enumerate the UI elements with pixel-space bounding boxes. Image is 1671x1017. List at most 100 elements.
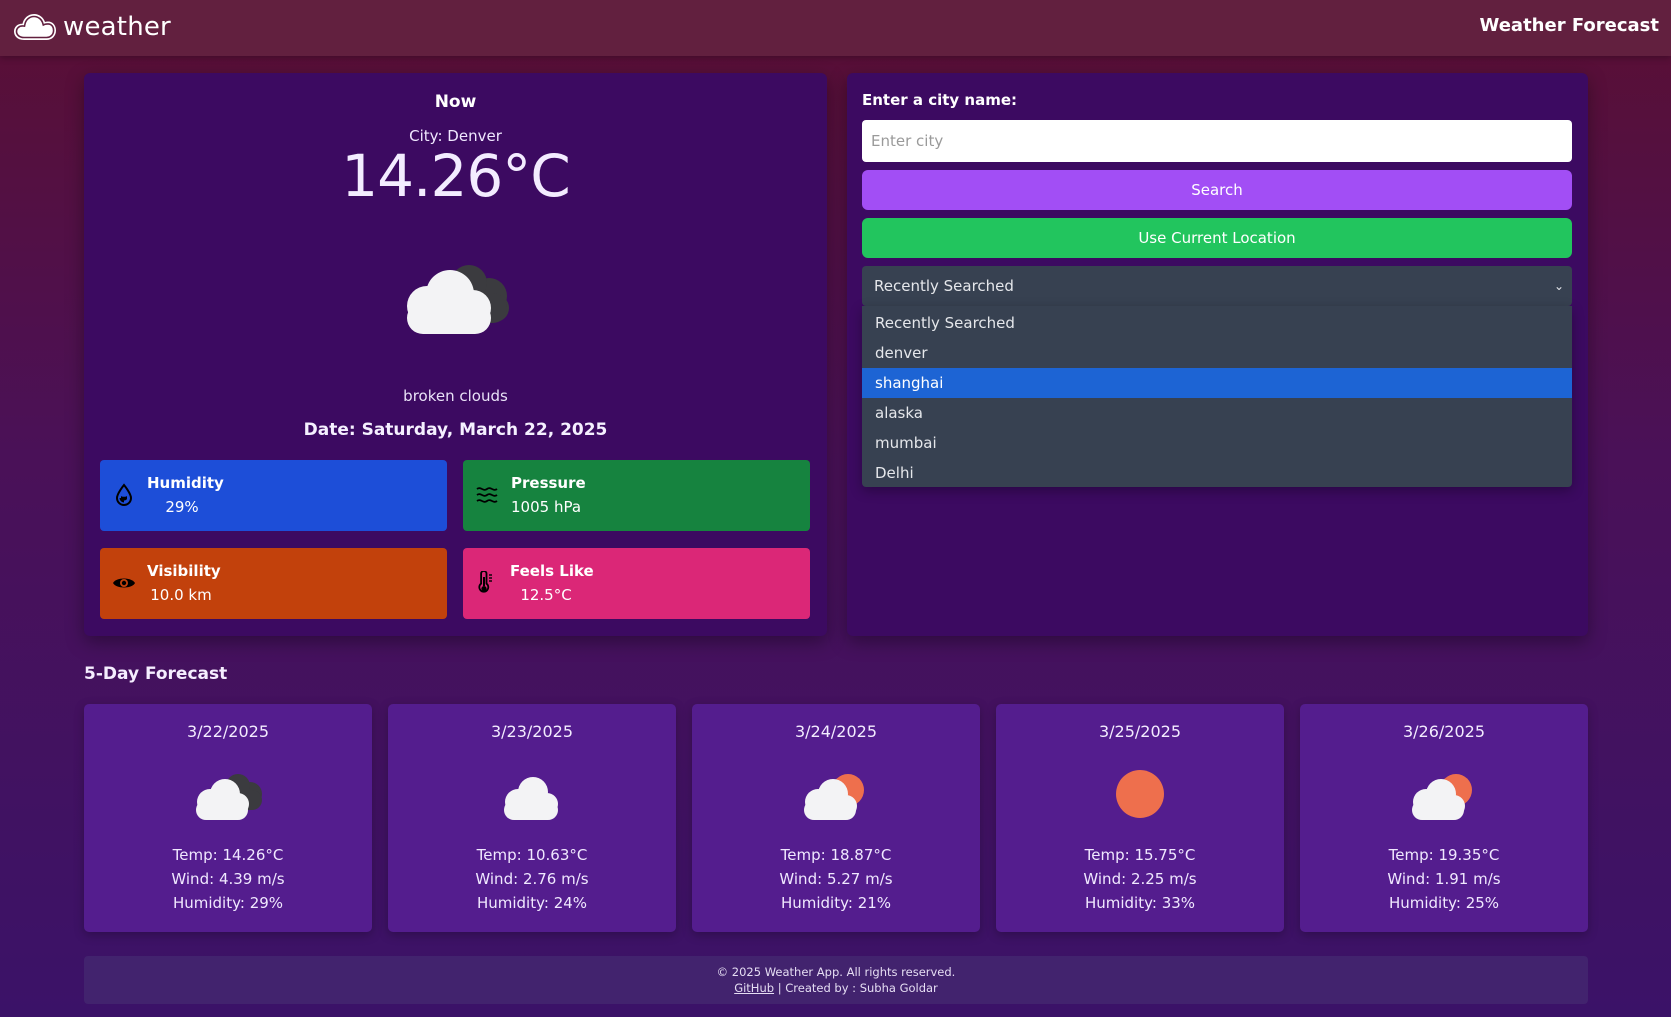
- header-title[interactable]: Weather Forecast: [1480, 15, 1660, 36]
- github-link[interactable]: GitHub: [734, 981, 774, 995]
- dropdown-option[interactable]: shanghai: [862, 368, 1572, 398]
- copyright-text: © 2025 Weather App. All rights reserved.: [716, 965, 956, 979]
- temp-label: Temp:: [476, 846, 522, 864]
- current-heading: Now: [434, 92, 477, 112]
- wind-label: Wind:: [475, 870, 519, 888]
- feels-like-label: Feels Like: [510, 562, 594, 580]
- partly-cloudy-icon: [1412, 774, 1472, 820]
- weather-description: broken clouds: [403, 387, 508, 405]
- humidity-value: 25%: [1465, 894, 1500, 912]
- broken-clouds-icon: [407, 265, 509, 334]
- forecast-wind: Wind: 5.27 m/s: [692, 870, 980, 888]
- wind-label: Wind:: [1387, 870, 1431, 888]
- visibility-card: Visibility 10.0 km: [100, 548, 447, 619]
- cloud-icon: [504, 777, 558, 820]
- footer: © 2025 Weather App. All rights reserved.…: [84, 956, 1588, 1004]
- dropdown-option[interactable]: Delhi: [862, 458, 1572, 488]
- temp-label: Temp:: [1388, 846, 1434, 864]
- forecast-humidity: Humidity: 29%: [84, 894, 372, 912]
- visibility-label: Visibility: [147, 562, 221, 580]
- current-date: Date: Saturday, March 22, 2025: [84, 420, 827, 440]
- search-button[interactable]: Search: [862, 170, 1572, 210]
- forecast-date: 3/26/2025: [1402, 722, 1486, 741]
- wind-label: Wind:: [171, 870, 215, 888]
- forecast-card: 3/26/2025 Temp: 19.35°C Wind: 1.91 m/s H…: [1300, 704, 1588, 932]
- footer-credits: GitHub | Created by : Subha Goldar: [84, 981, 1588, 995]
- waves-icon: [476, 487, 498, 503]
- forecast-wind: Wind: 1.91 m/s: [1300, 870, 1588, 888]
- footer-separator: |: [777, 981, 782, 995]
- partly-cloudy-icon: [804, 774, 864, 820]
- dropdown-option[interactable]: denver: [862, 338, 1572, 368]
- humidity-label: Humidity:: [476, 894, 549, 912]
- forecast-date: 3/24/2025: [794, 722, 878, 741]
- wind-value: 1.91 m/s: [1434, 870, 1501, 888]
- temp-value: 18.87°C: [830, 846, 892, 864]
- broken-clouds-icon: [196, 774, 262, 820]
- dropdown-option[interactable]: mumbai: [862, 428, 1572, 458]
- forecast-humidity: Humidity: 24%: [388, 894, 676, 912]
- forecast-title: 5-Day Forecast: [84, 664, 228, 684]
- humidity-value: 33%: [1161, 894, 1196, 912]
- dropdown-option[interactable]: Recently Searched: [862, 308, 1572, 338]
- humidity-value: 29%: [249, 894, 284, 912]
- feels-like-value: 12.5°C: [520, 586, 572, 604]
- forecast-wind: Wind: 4.39 m/s: [84, 870, 372, 888]
- forecast-card: 3/25/2025 Temp: 15.75°C Wind: 2.25 m/s H…: [996, 704, 1284, 932]
- humidity-value: 29%: [165, 498, 199, 516]
- forecast-date: 3/25/2025: [1098, 722, 1182, 741]
- humidity-label: Humidity:: [1084, 894, 1157, 912]
- pressure-value: 1005 hPa: [511, 498, 582, 516]
- humidity-value: 24%: [553, 894, 588, 912]
- recently-searched-select[interactable]: Recently Searched ⌄: [862, 266, 1572, 306]
- temp-value: 15.75°C: [1134, 846, 1196, 864]
- recently-searched-dropdown: Recently Searched denver shanghai alaska…: [862, 306, 1572, 487]
- wind-value: 4.39 m/s: [218, 870, 285, 888]
- wind-value: 2.76 m/s: [522, 870, 589, 888]
- temp-value: 10.63°C: [526, 846, 588, 864]
- date-label: Date:: [303, 420, 356, 440]
- wind-label: Wind:: [779, 870, 823, 888]
- forecast-wind: Wind: 2.76 m/s: [388, 870, 676, 888]
- pressure-label: Pressure: [511, 474, 586, 492]
- chevron-down-icon: ⌄: [1553, 279, 1564, 293]
- temp-value: 14.26°C: [222, 846, 284, 864]
- forecast-temp: Temp: 14.26°C: [84, 846, 372, 864]
- forecast-date: 3/22/2025: [186, 722, 270, 741]
- humidity-value: 21%: [857, 894, 892, 912]
- feels-like-card: Feels Like 12.5°C: [463, 548, 810, 619]
- date-value: Saturday, March 22, 2025: [361, 420, 608, 440]
- brand-name: weather: [63, 12, 171, 42]
- humidity-card: Humidity 29%: [100, 460, 447, 531]
- select-value: Recently Searched: [874, 277, 1014, 295]
- thermometer-icon: [478, 571, 492, 593]
- cloud-icon: [14, 14, 56, 40]
- pressure-card: Pressure 1005 hPa: [463, 460, 810, 531]
- temp-label: Temp:: [780, 846, 826, 864]
- humidity-label: Humidity: [147, 474, 224, 492]
- city-search-input[interactable]: [862, 120, 1572, 162]
- wind-label: Wind:: [1083, 870, 1127, 888]
- city-input-label: Enter a city name:: [862, 91, 1018, 109]
- forecast-temp: Temp: 18.87°C: [692, 846, 980, 864]
- forecast-humidity: Humidity: 33%: [996, 894, 1284, 912]
- use-current-location-button[interactable]: Use Current Location: [862, 218, 1572, 258]
- forecast-temp: Temp: 19.35°C: [1300, 846, 1588, 864]
- forecast-card: 3/22/2025 Temp: 14.26°C Wind: 4.39 m/s H…: [84, 704, 372, 932]
- dropdown-option[interactable]: alaska: [862, 398, 1572, 428]
- forecast-card: 3/24/2025 Temp: 18.87°C Wind: 5.27 m/s H…: [692, 704, 980, 932]
- forecast-temp: Temp: 15.75°C: [996, 846, 1284, 864]
- humidity-label: Humidity:: [172, 894, 245, 912]
- sun-icon: [1116, 770, 1164, 818]
- wind-value: 2.25 m/s: [1130, 870, 1197, 888]
- visibility-value: 10.0 km: [150, 586, 212, 604]
- forecast-card: 3/23/2025 Temp: 10.63°C Wind: 2.76 m/s H…: [388, 704, 676, 932]
- brand-logo[interactable]: weather: [13, 10, 171, 44]
- creator-credit: Created by : Subha Goldar: [785, 981, 938, 995]
- temp-value: 19.35°C: [1438, 846, 1500, 864]
- forecast-wind: Wind: 2.25 m/s: [996, 870, 1284, 888]
- humidity-label: Humidity:: [1388, 894, 1461, 912]
- forecast-temp: Temp: 10.63°C: [388, 846, 676, 864]
- top-navbar: weather Weather Forecast: [0, 0, 1671, 56]
- temp-label: Temp:: [172, 846, 218, 864]
